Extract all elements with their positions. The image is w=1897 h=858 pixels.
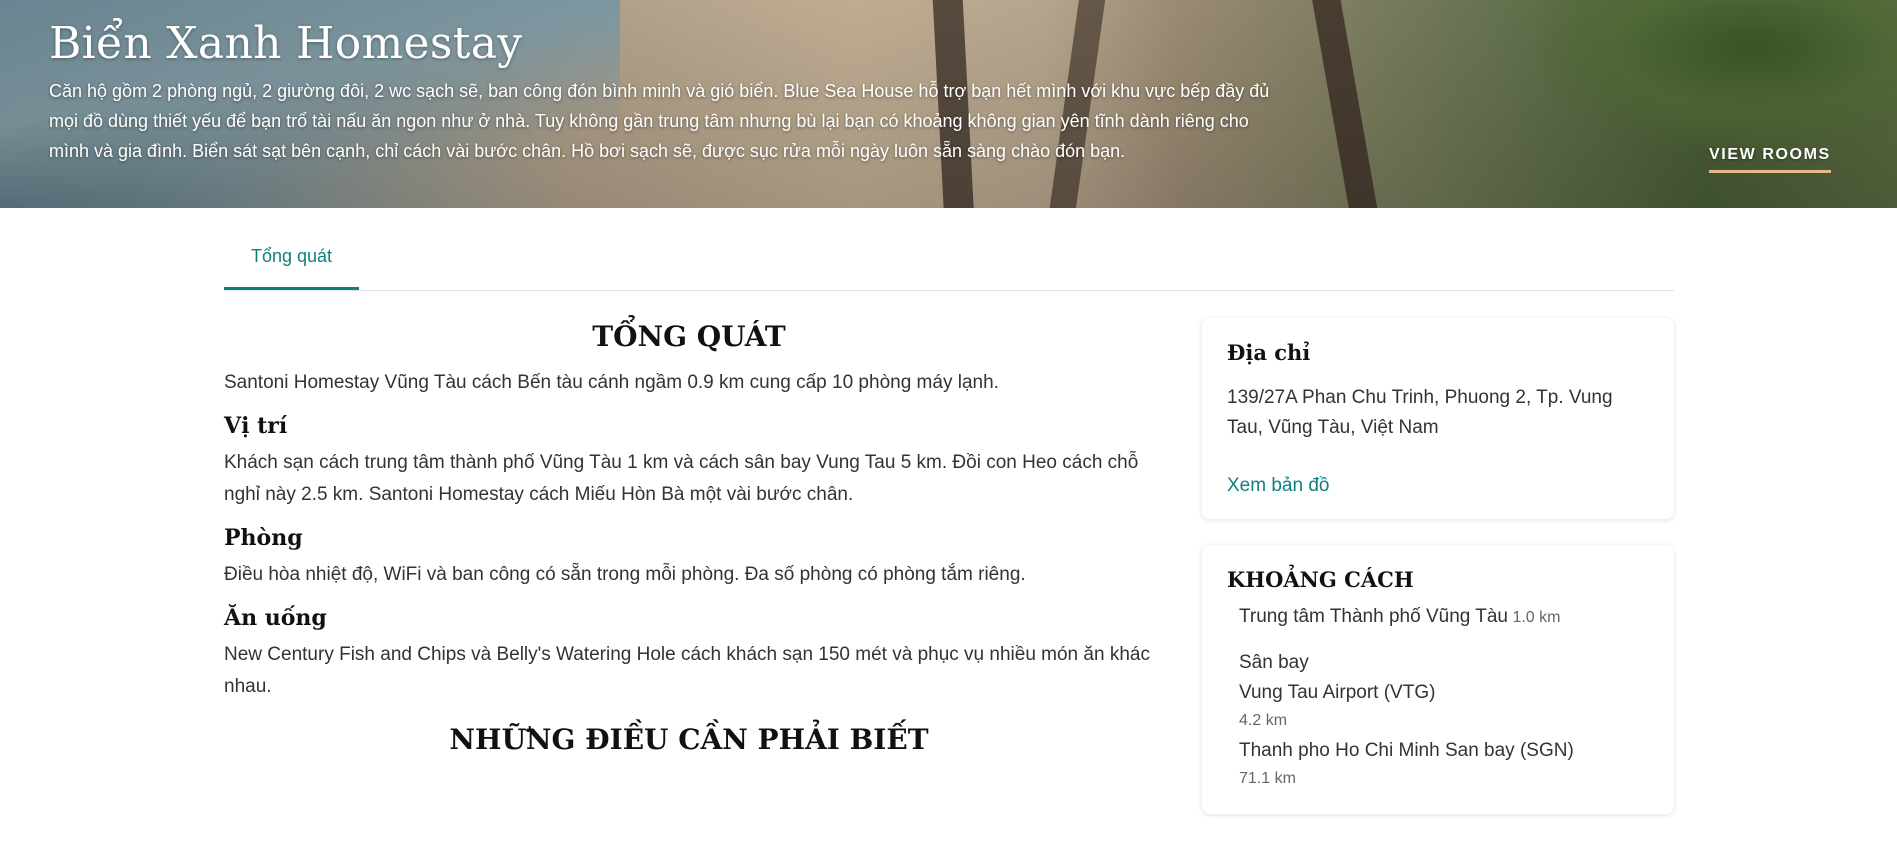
distance-place-detail: Vung Tau Airport (VTG) bbox=[1239, 682, 1436, 703]
distance-place: Trung tâm Thành phố Vũng Tàu bbox=[1239, 606, 1508, 627]
distance-value: 71.1 km bbox=[1239, 770, 1296, 787]
tab-overview[interactable]: Tổng quát bbox=[224, 246, 359, 290]
distance-item: Thanh pho Ho Chi Minh San bay (SGN) 71.1… bbox=[1239, 736, 1649, 788]
address-text: 139/27A Phan Chu Trinh, Phuong 2, Tp. Vu… bbox=[1227, 387, 1613, 438]
distance-card: KHOẢNG CÁCH Trung tâm Thành phố Vũng Tàu… bbox=[1202, 545, 1674, 814]
sidebar: Địa chỉ 139/27A Phan Chu Trinh, Phuong 2… bbox=[1202, 318, 1674, 840]
distance-place: Sân bay bbox=[1239, 652, 1309, 673]
dining-heading: Ăn uống bbox=[224, 605, 327, 631]
hero-title: Biển Xanh Homestay bbox=[49, 18, 523, 69]
distance-list: Trung tâm Thành phố Vũng Tàu 1.0 km Sân … bbox=[1227, 602, 1649, 788]
dining-text: New Century Fish and Chips và Belly's Wa… bbox=[224, 644, 1150, 697]
need-to-know-heading: NHỮNG ĐIỀU CẦN PHẢI BIẾT bbox=[449, 723, 929, 756]
view-rooms-button[interactable]: VIEW ROOMS bbox=[1709, 146, 1831, 173]
hero-description: Căn hộ gồm 2 phòng ngủ, 2 giường đôi, 2 … bbox=[49, 81, 1270, 161]
address-title: Địa chỉ bbox=[1227, 340, 1311, 365]
tab-bar: Tổng quát bbox=[224, 208, 1674, 291]
distance-place: Thanh pho Ho Chi Minh San bay (SGN) bbox=[1239, 740, 1574, 761]
address-card: Địa chỉ 139/27A Phan Chu Trinh, Phuong 2… bbox=[1202, 318, 1674, 519]
hero-banner: Biển Xanh Homestay Căn hộ gồm 2 phòng ng… bbox=[0, 0, 1897, 208]
distance-value: 1.0 km bbox=[1512, 609, 1561, 626]
overview-section: TỔNG QUÁT Santoni Homestay Vũng Tàu cách… bbox=[224, 308, 1154, 770]
location-text: Khách sạn cách trung tâm thành phố Vũng … bbox=[224, 452, 1139, 505]
distance-item: Sân bay Vung Tau Airport (VTG) 4.2 km bbox=[1239, 648, 1649, 730]
rooms-heading: Phòng bbox=[224, 525, 303, 551]
distance-item: Trung tâm Thành phố Vũng Tàu 1.0 km bbox=[1239, 602, 1649, 632]
view-map-link[interactable]: Xem bản đồ bbox=[1227, 475, 1649, 497]
location-heading: Vị trí bbox=[224, 413, 288, 439]
rooms-text: Điều hòa nhiệt độ, WiFi và ban công có s… bbox=[224, 564, 1026, 585]
content-container: Tổng quát TỔNG QUÁT Santoni Homestay Vũn… bbox=[224, 208, 1674, 814]
overview-heading: TỔNG QUÁT bbox=[592, 320, 786, 353]
overview-intro: Santoni Homestay Vũng Tàu cách Bến tàu c… bbox=[224, 372, 999, 393]
distance-value: 4.2 km bbox=[1239, 712, 1288, 729]
distance-title: KHOẢNG CÁCH bbox=[1227, 567, 1414, 592]
